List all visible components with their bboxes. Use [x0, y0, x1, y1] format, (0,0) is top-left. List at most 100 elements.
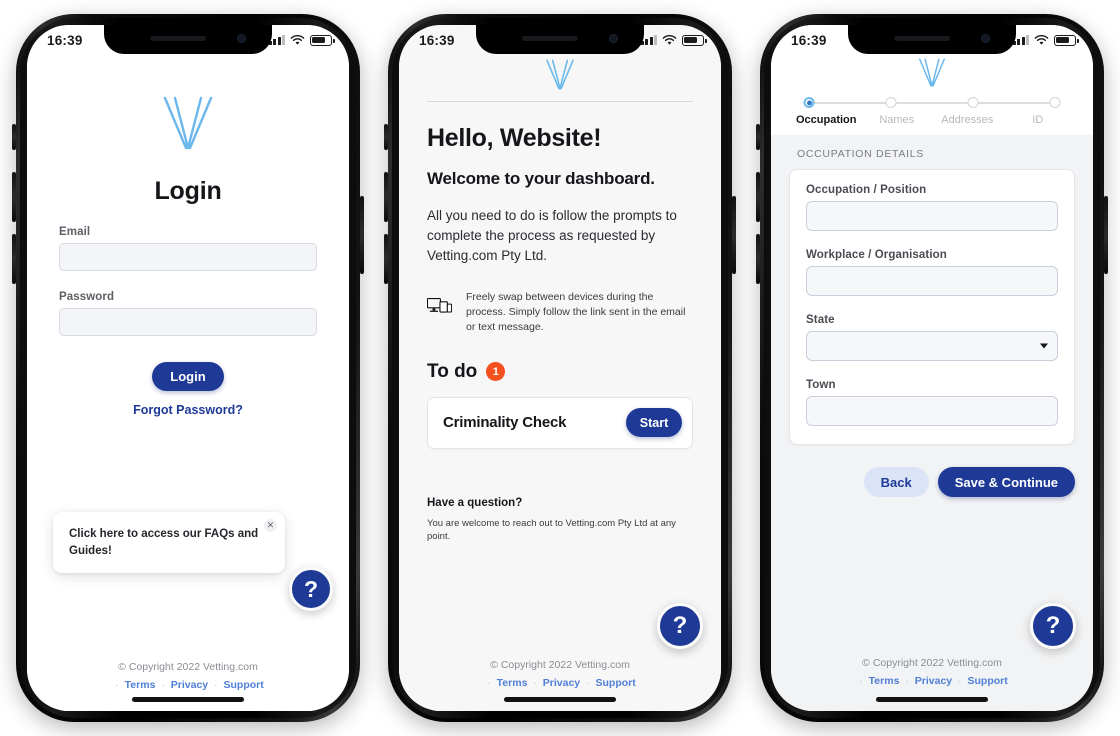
footer-link-terms[interactable]: Terms: [125, 679, 156, 691]
todo-heading: To do: [427, 360, 478, 382]
stepper-dot-addresses[interactable]: [967, 97, 979, 108]
footer-link-terms[interactable]: Terms: [869, 675, 900, 687]
workplace-label: Workplace / Organisation: [806, 249, 947, 261]
footer-link-privacy[interactable]: Privacy: [543, 677, 580, 689]
stepper-line: [814, 102, 1050, 104]
footer-link-support[interactable]: Support: [223, 679, 263, 691]
workplace-input[interactable]: [806, 266, 1058, 296]
phone-mockup-login: 16:39 Login Email Password Login Forgot …: [8, 6, 368, 730]
stepper-label-id[interactable]: ID: [1003, 114, 1074, 126]
home-indicator[interactable]: [504, 697, 616, 702]
battery-icon: [682, 34, 707, 46]
phone-notch: [848, 25, 1016, 54]
footer-separator: ·: [905, 675, 909, 687]
close-icon[interactable]: ✕: [264, 519, 277, 533]
login-screen: 16:39 Login Email Password Login Forgot …: [27, 25, 349, 711]
volume-up-button[interactable]: [756, 172, 760, 222]
state-select[interactable]: [806, 331, 1058, 361]
device-swap-notice: Freely swap between devices during the p…: [427, 288, 693, 335]
help-button[interactable]: ?: [289, 567, 333, 611]
home-indicator[interactable]: [132, 697, 244, 702]
email-input[interactable]: [59, 243, 317, 271]
help-button[interactable]: ?: [1030, 603, 1076, 649]
home-indicator[interactable]: [876, 697, 988, 702]
footer-link-privacy[interactable]: Privacy: [171, 679, 208, 691]
stepper-dot-id[interactable]: [1049, 97, 1061, 108]
phone-screen-occupation: 16:39 Occupation Names Addresses ID OCCU…: [771, 25, 1093, 711]
earpiece-speaker: [150, 36, 206, 41]
footer-separator: ·: [859, 675, 863, 687]
screenshot-stage: 16:39 Login Email Password Login Forgot …: [0, 0, 1120, 736]
welcome-subheading: Welcome to your dashboard.: [427, 169, 655, 188]
phone-screen-dashboard: 16:39 Hello, Website! Welcome to your da…: [399, 25, 721, 711]
stepper-label-addresses[interactable]: Addresses: [932, 114, 1003, 126]
footer-separator: ·: [533, 677, 537, 689]
device-swap-text: Freely swap between devices during the p…: [466, 290, 686, 333]
help-button[interactable]: ?: [657, 603, 703, 649]
start-button[interactable]: Start: [626, 408, 682, 438]
occupation-form-card: Occupation / Position Workplace / Organi…: [789, 169, 1075, 445]
stepper-label-names[interactable]: Names: [862, 114, 933, 126]
footer-link-support[interactable]: Support: [967, 675, 1007, 687]
status-bar-icons: [640, 34, 707, 46]
password-field-group: Password: [59, 291, 317, 336]
footer-separator: ·: [214, 679, 218, 691]
silent-switch[interactable]: [756, 124, 760, 150]
footer: © Copyright 2022 Vetting.com · Terms · P…: [771, 657, 1093, 711]
status-bar-time: 16:39: [791, 32, 827, 48]
volume-down-button[interactable]: [12, 234, 16, 284]
battery-icon: [1054, 34, 1079, 46]
battery-icon: [310, 34, 335, 46]
front-camera: [237, 34, 246, 43]
stepper-label-occupation[interactable]: Occupation: [791, 114, 862, 126]
volume-up-button[interactable]: [384, 172, 388, 222]
occupation-field-group: Occupation / Position: [806, 184, 1058, 231]
volume-down-button[interactable]: [756, 234, 760, 284]
email-label: Email: [59, 226, 91, 238]
footer-links: · Terms · Privacy · Support: [771, 675, 1093, 687]
earpiece-speaker: [522, 36, 578, 41]
town-label: Town: [806, 379, 836, 391]
phone-mockup-dashboard: 16:39 Hello, Website! Welcome to your da…: [380, 6, 740, 730]
greeting-heading: Hello, Website!: [427, 124, 602, 152]
occupation-input[interactable]: [806, 201, 1058, 231]
footer-link-support[interactable]: Support: [595, 677, 635, 689]
volume-up-button[interactable]: [12, 172, 16, 222]
power-button[interactable]: [1104, 196, 1108, 274]
task-card-criminality-check[interactable]: Criminality Check Start: [427, 396, 693, 449]
question-text: You are welcome to reach out to Vetting.…: [427, 517, 676, 542]
stepper-track: [803, 97, 1061, 109]
status-bar-time: 16:39: [419, 32, 455, 48]
silent-switch[interactable]: [12, 124, 16, 150]
section-title: OCCUPATION DETAILS: [797, 148, 924, 160]
status-bar-icons: [1012, 34, 1079, 46]
workplace-field-group: Workplace / Organisation: [806, 249, 1058, 296]
front-camera: [609, 34, 618, 43]
volume-down-button[interactable]: [384, 234, 388, 284]
vetting-v-logo-icon: [918, 58, 946, 87]
earpiece-speaker: [894, 36, 950, 41]
login-button[interactable]: Login: [152, 362, 224, 391]
faq-tooltip[interactable]: ✕ Click here to access our FAQs and Guid…: [53, 512, 285, 573]
password-label: Password: [59, 291, 115, 303]
brand-logo-wrap: [399, 57, 721, 93]
multi-device-icon: [427, 297, 452, 313]
stepper-dot-names[interactable]: [885, 97, 897, 108]
power-button[interactable]: [360, 196, 364, 274]
phone-notch: [476, 25, 644, 54]
password-input[interactable]: [59, 308, 317, 336]
occupation-label: Occupation / Position: [806, 184, 927, 196]
vetting-v-logo-icon: [546, 59, 574, 90]
back-button[interactable]: Back: [863, 467, 929, 497]
stepper-dot-occupation[interactable]: [803, 97, 815, 108]
power-button[interactable]: [732, 196, 736, 274]
save-continue-button[interactable]: Save & Continue: [937, 467, 1075, 497]
vetting-v-logo-icon: [163, 96, 213, 150]
town-input[interactable]: [806, 396, 1058, 426]
forgot-password-link[interactable]: Forgot Password?: [133, 403, 243, 417]
silent-switch[interactable]: [384, 124, 388, 150]
progress-stepper: Occupation Names Addresses ID: [771, 97, 1093, 126]
footer-link-terms[interactable]: Terms: [497, 677, 528, 689]
footer-link-privacy[interactable]: Privacy: [915, 675, 952, 687]
copyright-text: © Copyright 2022 Vetting.com: [862, 657, 1002, 669]
